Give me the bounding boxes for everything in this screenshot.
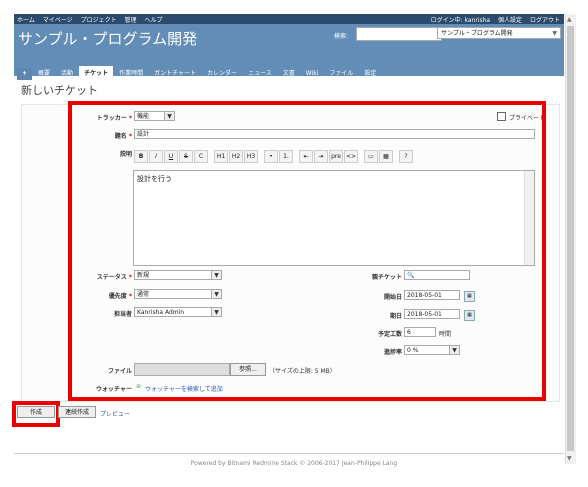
footer: Powered by Bitnami Redmine Stack © 2006-… bbox=[190, 460, 398, 467]
page-title: 新しいチケット bbox=[21, 84, 98, 97]
search-label: 検索: bbox=[334, 33, 349, 40]
tab-overview[interactable]: 概要 bbox=[33, 66, 55, 78]
footer-divider bbox=[14, 453, 564, 454]
project-title: サンプル・プログラム開発 bbox=[18, 30, 198, 48]
tab-calendar[interactable]: カレンダー bbox=[202, 66, 242, 78]
top-link-admin[interactable]: 管理 bbox=[125, 17, 137, 24]
scroll-down-icon[interactable]: ▼ bbox=[567, 455, 572, 462]
scrollbar-thumb[interactable] bbox=[567, 26, 574, 451]
chevron-down-icon: ▼ bbox=[552, 30, 557, 37]
tab-new-object[interactable]: + bbox=[17, 68, 33, 80]
top-menu-left: ホーム マイページ プロジェクト 管理 ヘルプ bbox=[17, 15, 168, 24]
page-scrollbar[interactable]: ▲ ▼ bbox=[565, 14, 576, 464]
login-status: ログイン中: kanrisha bbox=[430, 17, 491, 24]
top-menu-bar: ホーム マイページ プロジェクト 管理 ヘルプ ログイン中: kanrisha … bbox=[14, 14, 564, 24]
create-button[interactable]: 作成 bbox=[17, 406, 55, 418]
tab-news[interactable]: ニュース bbox=[243, 66, 277, 78]
tab-issues[interactable]: チケット bbox=[79, 66, 114, 78]
top-link-help[interactable]: ヘルプ bbox=[144, 17, 162, 24]
project-jump-value: サンプル・プログラム開発 bbox=[441, 30, 513, 37]
tab-activity[interactable]: 活動 bbox=[56, 66, 78, 78]
tab-documents[interactable]: 文書 bbox=[278, 66, 300, 78]
project-jump-select[interactable]: サンプル・プログラム開発 ▼ bbox=[437, 27, 561, 39]
project-header: サンプル・プログラム開発 検索: サンプル・プログラム開発 ▼ + 概要 活動 チケッ… bbox=[14, 24, 564, 80]
tab-time-entries[interactable]: 作業時間 bbox=[114, 66, 148, 78]
main-menu-tabs: + 概要 活動 チケット 作業時間 ガントチャート カレンダー ニュース 文書 Wiki ファイル設… bbox=[17, 66, 382, 80]
top-link-mypage[interactable]: マイページ bbox=[43, 17, 73, 24]
top-menu-right: ログイン中: kanrisha 個人設定 ログアウト bbox=[425, 15, 560, 24]
tab-settings[interactable]: 設定 bbox=[359, 66, 381, 78]
preview-link[interactable]: プレビュー bbox=[100, 409, 130, 418]
top-link-home[interactable]: ホーム bbox=[17, 17, 35, 24]
create-and-continue-button[interactable]: 連続作成 bbox=[58, 406, 96, 418]
my-account-link[interactable]: 個人設定 bbox=[498, 17, 522, 24]
logout-link[interactable]: ログアウト bbox=[530, 17, 560, 24]
tab-wiki[interactable]: Wiki bbox=[301, 68, 324, 80]
top-link-projects[interactable]: プロジェクト bbox=[81, 17, 117, 24]
tab-files[interactable]: ファイル bbox=[324, 66, 358, 78]
tab-gantt[interactable]: ガントチャート bbox=[149, 66, 201, 78]
scroll-up-icon[interactable]: ▲ bbox=[567, 16, 572, 23]
form-highlight-frame bbox=[68, 101, 546, 401]
search-input[interactable] bbox=[356, 27, 442, 41]
